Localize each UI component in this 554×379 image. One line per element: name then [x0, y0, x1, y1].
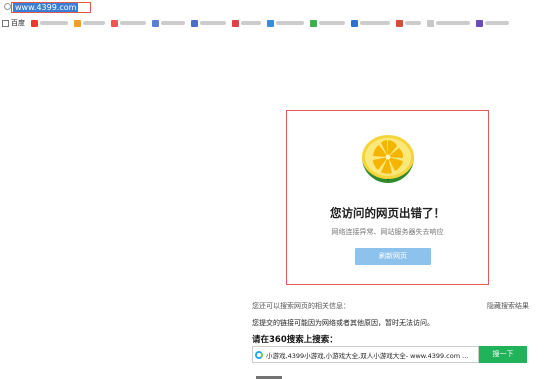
bookmark-item[interactable] — [310, 19, 345, 27]
bookmark-label-blurred — [200, 21, 226, 25]
bookmark-label-blurred — [405, 21, 421, 25]
error-subtitle: 网络连接异常、网站服务器失去响应 — [331, 228, 444, 236]
search-query: 小游戏,4399小游戏,小游戏大全,双人小游戏大全- www.4399.com … — [266, 351, 469, 360]
bookmark-label: 百度 — [11, 19, 25, 27]
error-reason: 您提交的链接可能因为网络或者其他原因，暂时无法访问。 — [252, 319, 434, 327]
360-logo-icon — [255, 350, 263, 359]
hide-results-link[interactable]: 隐藏搜索结果 — [487, 301, 529, 311]
search-bar: 小游戏,4399小游戏,小游戏大全,双人小游戏大全- www.4399.com … — [252, 346, 527, 363]
bookmark-label-blurred — [319, 21, 345, 25]
search-label: 请在360搜索上搜索： — [252, 335, 338, 345]
blue-bookmark-icon — [351, 19, 358, 27]
bookmark-item[interactable] — [191, 19, 226, 27]
search-button[interactable]: 搜一下 — [479, 346, 527, 363]
section-heading-cutoff — [256, 373, 286, 379]
red-bookmark-icon — [31, 19, 38, 27]
page-info-icon[interactable] — [4, 3, 11, 10]
bookmark-label-blurred — [40, 21, 68, 25]
purple-bookmark-icon — [476, 19, 483, 27]
bookmark-label-blurred — [276, 21, 304, 25]
bookmarks-bar: 百度 — [0, 16, 554, 30]
bookmark-label-blurred — [485, 21, 509, 25]
bookmark-item[interactable] — [476, 19, 509, 27]
gray-bookmark-icon — [427, 19, 434, 27]
search-suggestions: 您还可以搜索网页的相关信息： 隐藏搜索结果 您提交的链接可能因为网络或者其他原因… — [252, 301, 529, 379]
bookmark-item[interactable] — [152, 19, 185, 27]
url-text[interactable]: www.4399.com — [13, 3, 79, 12]
bookmark-label-blurred — [360, 21, 390, 25]
bookmark-item[interactable] — [111, 19, 146, 27]
refresh-button[interactable]: 刷新网页 — [355, 248, 431, 265]
bookmark-label-blurred — [161, 21, 185, 25]
blue-bookmark-icon — [191, 19, 198, 27]
search-hint: 您还可以搜索网页的相关信息： — [252, 302, 350, 310]
url-field[interactable]: www.4399.com — [11, 2, 91, 13]
blue-bookmark-icon — [152, 19, 159, 27]
bookmark-item[interactable] — [351, 19, 390, 27]
bookmark-item[interactable] — [31, 19, 68, 27]
error-panel: 您访问的网页出错了！ 网络连接异常、网站服务器失去响应 刷新网页 — [286, 110, 489, 285]
red-bookmark-icon — [396, 19, 403, 27]
orange-bookmark-icon — [74, 19, 81, 27]
bookmark-item[interactable] — [232, 19, 261, 27]
bookmark-label-blurred — [241, 21, 261, 25]
red-bookmark-icon — [232, 19, 239, 27]
bookmark-item[interactable] — [427, 19, 470, 27]
bookmark-item[interactable] — [267, 19, 304, 27]
red-circle-bookmark-icon — [111, 19, 118, 27]
green-bookmark-icon — [310, 19, 317, 27]
bookmark-baidu[interactable]: 百度 — [2, 18, 25, 28]
bookmark-label-blurred — [83, 21, 105, 25]
blue-bookmark-icon — [267, 19, 274, 27]
page-icon — [2, 19, 9, 27]
error-title: 您访问的网页出错了！ — [330, 206, 445, 220]
bookmark-item[interactable] — [74, 19, 105, 27]
address-bar[interactable]: www.4399.com — [0, 0, 554, 14]
search-input[interactable]: 小游戏,4399小游戏,小游戏大全,双人小游戏大全- www.4399.com … — [252, 346, 479, 363]
bookmark-label-blurred — [120, 21, 146, 25]
bookmark-item[interactable] — [396, 19, 421, 27]
bookmark-label-blurred — [436, 21, 470, 25]
lemon-slice-icon — [362, 135, 414, 183]
